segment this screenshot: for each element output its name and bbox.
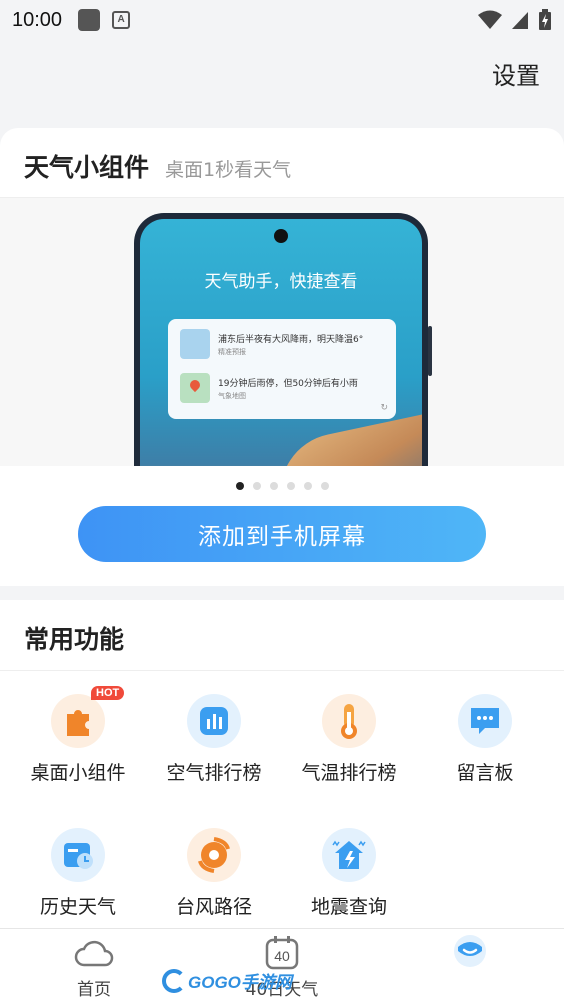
forecast-icon	[180, 329, 210, 359]
preview-widget-panel: 浦东后半夜有大风降雨，明天降温6° 精准预报 19分钟后雨停，但50分钟后有小雨…	[168, 319, 396, 419]
preview-headline: 天气助手，快捷查看	[204, 272, 358, 292]
carousel-dot[interactable]	[252, 482, 261, 490]
func-history-weather[interactable]: 历史天气	[13, 828, 143, 919]
camera-icon	[274, 229, 288, 243]
air-bars-icon	[187, 694, 241, 748]
func-message-board[interactable]: 留言板	[420, 694, 550, 785]
widget-preview-carousel[interactable]: 天气助手，快捷查看 浦东后半夜有大风降雨，明天降温6° 精准预报 19分钟后雨停…	[0, 198, 564, 466]
func-typhoon-path[interactable]: 台风路径	[149, 828, 279, 919]
preview-row: 浦东后半夜有大风降雨，明天降温6° 精准预报	[180, 329, 363, 359]
carousel-dot[interactable]	[235, 482, 244, 490]
preview-row-text: 19分钟后雨停，但50分钟后有小雨	[218, 378, 358, 389]
phone-screen: 天气助手，快捷查看 浦东后半夜有大风降雨，明天降温6° 精准预报 19分钟后雨停…	[140, 219, 422, 466]
phone-side-button	[428, 326, 432, 376]
carousel-dot[interactable]	[269, 482, 278, 490]
carousel-dot[interactable]	[320, 482, 329, 490]
signal-icon	[512, 12, 528, 29]
status-icons	[478, 9, 552, 31]
cloud-icon	[34, 935, 154, 971]
carousel-dot[interactable]	[286, 482, 295, 490]
thermometer-icon	[322, 694, 376, 748]
preview-row-text: 浦东后半夜有大风降雨，明天降温6°	[218, 334, 364, 345]
func-label: 留言板	[456, 762, 514, 784]
nav-label: 首页	[77, 980, 111, 1000]
status-bar: 10:00 A	[0, 0, 564, 40]
func-widget[interactable]: HOT 桌面小组件	[13, 686, 143, 785]
watermark-mark-icon	[162, 968, 186, 993]
add-to-home-screen-button[interactable]: 添加到手机屏幕	[78, 506, 486, 562]
func-label: 地震查询	[310, 896, 387, 918]
a-notification-icon: A	[112, 11, 131, 29]
func-air-ranking[interactable]: 空气排行榜	[149, 694, 279, 785]
map-icon	[180, 373, 210, 403]
widget-subtitle: 桌面1秒看天气	[165, 159, 292, 181]
calendar-40-icon: 40	[222, 935, 342, 971]
mine-icon	[410, 935, 530, 971]
func-temperature-ranking[interactable]: 气温排行榜	[284, 694, 414, 785]
func-earthquake[interactable]: 地震查询	[284, 828, 414, 919]
earthquake-icon	[322, 828, 376, 882]
puzzle-icon: HOT	[51, 686, 125, 748]
tab-mine[interactable]	[410, 935, 530, 975]
carousel-dots	[0, 482, 564, 490]
func-label: 历史天气	[39, 896, 116, 918]
common-functions-card: 常用功能 HOT 桌面小组件 空气排行榜 气温排行榜 留言板 历史天气 台风路径…	[0, 600, 564, 930]
settings-button[interactable]: 设置	[492, 56, 540, 91]
phone-mockup: 天气助手，快捷查看 浦东后半夜有大风降雨，明天降温6° 精准预报 19分钟后雨停…	[134, 213, 428, 466]
widget-title: 天气小组件	[24, 153, 150, 182]
preview-row-sub: 气象地图	[218, 391, 246, 400]
preview-row: 19分钟后雨停，但50分钟后有小雨 气象地图	[180, 373, 358, 403]
func-label: 空气排行榜	[166, 762, 262, 784]
watermark-text: GOGO手游网	[188, 973, 292, 992]
section-title: 常用功能	[24, 625, 125, 654]
carousel-dot[interactable]	[303, 482, 312, 490]
square-notification-icon	[78, 9, 101, 31]
tab-home[interactable]: 首页	[34, 935, 154, 1000]
status-time: 10:00	[12, 8, 63, 31]
widget-header: 天气小组件 桌面1秒看天气	[24, 148, 291, 184]
wallpaper-art	[269, 413, 422, 466]
func-label: 桌面小组件	[30, 762, 126, 784]
history-calendar-icon	[51, 828, 105, 882]
hot-badge: HOT	[91, 686, 125, 700]
battery-charging-icon	[539, 9, 551, 30]
func-label: 台风路径	[175, 896, 252, 918]
refresh-icon: ↻	[380, 403, 388, 413]
message-icon	[458, 694, 512, 748]
wifi-icon	[478, 10, 502, 29]
preview-row-sub: 精准预报	[218, 347, 246, 356]
calendar-40-text: 40	[274, 948, 290, 964]
divider	[0, 670, 564, 671]
typhoon-icon	[187, 828, 241, 882]
widget-card: 天气小组件 桌面1秒看天气 天气助手，快捷查看 浦东后半夜有大风降雨，明天降温6…	[0, 128, 564, 586]
watermark-logo: GOGO手游网	[162, 968, 292, 993]
func-label: 气温排行榜	[301, 762, 397, 784]
